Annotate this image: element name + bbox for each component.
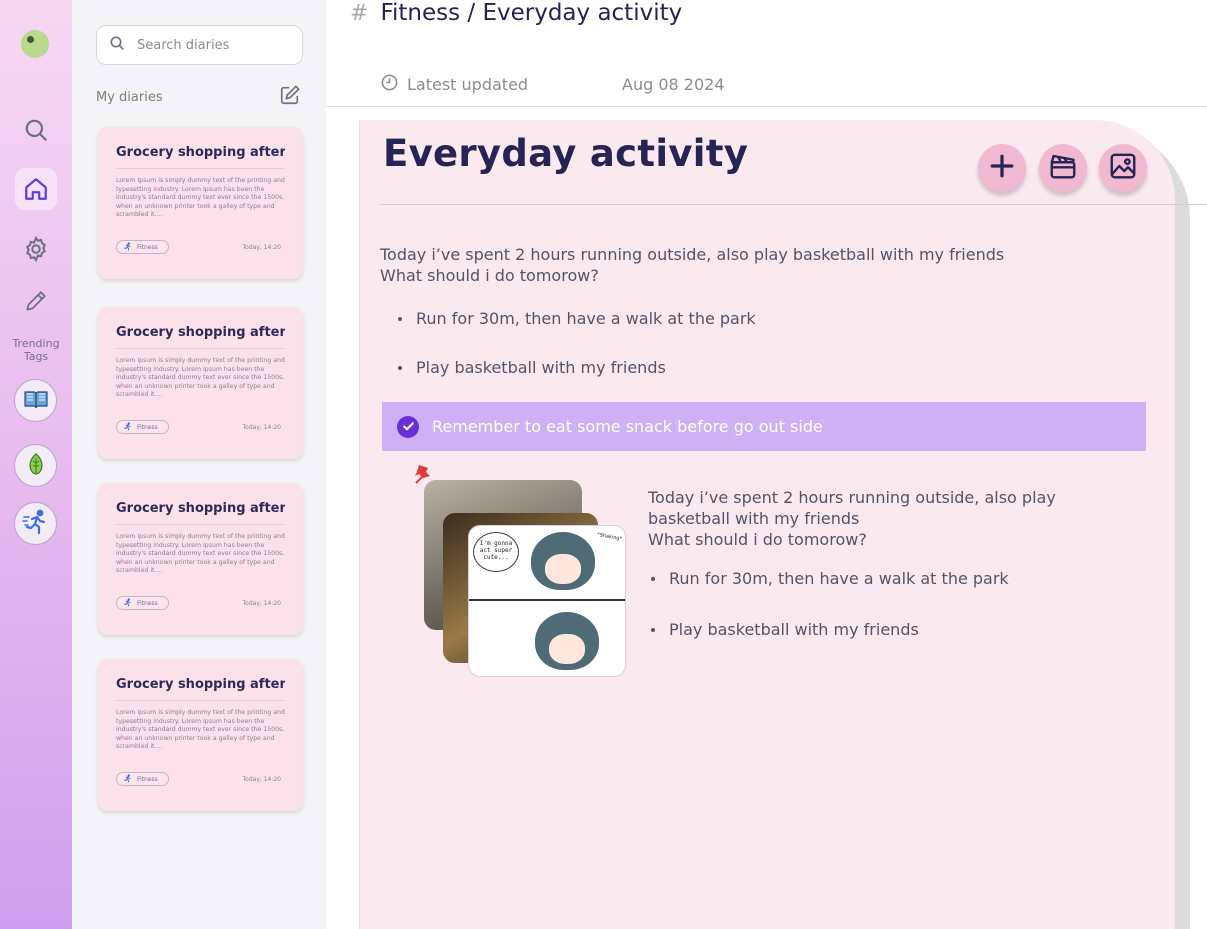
book-tag-button[interactable] bbox=[14, 379, 57, 422]
diary-card-excerpt: Lorem Ipsum is simply dummy text of the … bbox=[116, 357, 285, 399]
bullet-item[interactable]: Play basketball with my friends bbox=[398, 358, 666, 377]
tag-chip[interactable]: Fitness bbox=[116, 420, 169, 434]
comic-speech-bubble: I'm gonna act super cute... bbox=[473, 532, 519, 572]
comic-character bbox=[531, 532, 595, 590]
hash-icon: # bbox=[350, 0, 369, 26]
book-icon bbox=[23, 388, 49, 414]
search-icon bbox=[109, 35, 125, 55]
add-video-button[interactable] bbox=[1039, 144, 1087, 192]
main-header: # Fitness / Everyday activity Latest upd… bbox=[326, 0, 1207, 107]
runner-icon bbox=[21, 509, 50, 539]
side-paragraph[interactable]: Today i’ve spent 2 hours running outside… bbox=[648, 487, 1056, 550]
diary-card-title: Grocery shopping after... bbox=[116, 677, 285, 701]
updated-value: Aug 08 2024 bbox=[622, 75, 725, 94]
search-icon[interactable] bbox=[15, 109, 57, 151]
runner-icon bbox=[123, 241, 132, 253]
title-divider bbox=[380, 204, 1207, 205]
image-icon bbox=[1108, 151, 1138, 185]
tag-chip-label: Fitness bbox=[137, 599, 158, 607]
diary-card[interactable]: Grocery shopping after... Lorem Ipsum is… bbox=[98, 483, 303, 635]
comic-character bbox=[535, 612, 599, 670]
entry-line: What should i do tomorow? bbox=[380, 266, 599, 285]
plus-icon bbox=[989, 153, 1015, 183]
checkbox-checked[interactable] bbox=[397, 415, 419, 438]
diary-card[interactable]: Grocery shopping after... Lorem Ipsum is… bbox=[98, 659, 303, 811]
side-line: What should i do tomorow? bbox=[648, 530, 867, 549]
runner-icon bbox=[123, 597, 132, 609]
breadcrumb-path[interactable]: Fitness / Everyday activity bbox=[380, 0, 682, 26]
tag-chip[interactable]: Fitness bbox=[116, 596, 169, 610]
bullet-dot bbox=[651, 576, 655, 581]
bullet-dot bbox=[398, 365, 402, 370]
diary-card-date: Today, 14:20 bbox=[242, 243, 281, 251]
pencil-icon[interactable] bbox=[15, 280, 57, 322]
tag-chip-label: Fitness bbox=[137, 243, 158, 251]
diary-card-excerpt: Lorem Ipsum is simply dummy text of the … bbox=[116, 533, 285, 575]
comic-panel-divider bbox=[469, 599, 625, 601]
todo-text: Remember to eat some snack before go out… bbox=[432, 417, 823, 436]
updated-meta: Latest updated Aug 08 2024 bbox=[380, 73, 725, 96]
bullet-text: Run for 30m, then have a walk at the par… bbox=[669, 569, 1009, 588]
diary-card-excerpt: Lorem Ipsum is simply dummy text of the … bbox=[116, 709, 285, 751]
clock-icon bbox=[380, 73, 399, 96]
gear-icon[interactable] bbox=[15, 228, 57, 270]
diary-card-title: Grocery shopping after... bbox=[116, 325, 285, 349]
diary-card-date: Today, 14:20 bbox=[242, 775, 281, 783]
home-icon[interactable] bbox=[15, 168, 57, 210]
diary-card-date: Today, 14:20 bbox=[242, 423, 281, 431]
diary-card[interactable]: Grocery shopping after... Lorem Ipsum is… bbox=[98, 127, 303, 279]
diary-card[interactable]: Grocery shopping after... Lorem Ipsum is… bbox=[98, 307, 303, 459]
edit-icon bbox=[279, 85, 301, 110]
tag-chip-label: Fitness bbox=[137, 775, 158, 783]
entry-title[interactable]: Everyday activity bbox=[383, 132, 748, 175]
side-bullet-item[interactable]: Play basketball with my friends bbox=[651, 620, 919, 639]
pin-icon bbox=[414, 462, 438, 490]
todo-drag-hint: Fitness bbox=[844, 421, 880, 432]
side-bullet-item[interactable]: Run for 30m, then have a walk at the par… bbox=[651, 569, 1009, 588]
todo-item[interactable]: Remember to eat some snack before go out… bbox=[382, 402, 1146, 451]
bullet-dot bbox=[651, 627, 655, 632]
bullet-item[interactable]: Run for 30m, then have a walk at the par… bbox=[398, 309, 756, 328]
tag-chip[interactable]: Fitness bbox=[116, 240, 169, 254]
clapperboard-icon bbox=[1048, 151, 1078, 185]
diary-card-date: Today, 14:20 bbox=[242, 599, 281, 607]
search-input[interactable] bbox=[137, 37, 287, 53]
entry-paragraph[interactable]: Today i’ve spent 2 hours running outside… bbox=[380, 244, 1004, 286]
add-image-button[interactable] bbox=[1099, 144, 1147, 192]
bullet-text: Play basketball with my friends bbox=[669, 620, 919, 639]
tag-chip[interactable]: Fitness bbox=[116, 772, 169, 786]
bullet-text: Run for 30m, then have a walk at the par… bbox=[416, 309, 756, 328]
side-line: basketball with my friends bbox=[648, 509, 860, 528]
new-diary-button[interactable] bbox=[279, 84, 301, 106]
trending-tags-label: Trending Tags bbox=[12, 337, 60, 363]
leaf-tag-button[interactable] bbox=[14, 444, 57, 487]
my-diaries-label: My diaries bbox=[96, 90, 163, 105]
leaf-icon bbox=[24, 452, 48, 480]
add-block-button[interactable] bbox=[978, 144, 1026, 192]
bullet-text: Play basketball with my friends bbox=[416, 358, 666, 377]
diary-entry-sheet: Everyday activity Today i’ve spent 2 hou… bbox=[359, 120, 1207, 929]
diary-card-title: Grocery shopping after... bbox=[116, 145, 285, 169]
comic-sfx: *Shaking* bbox=[596, 531, 623, 543]
updated-label: Latest updated bbox=[407, 75, 529, 94]
bullet-dot bbox=[398, 316, 402, 321]
tag-chip-label: Fitness bbox=[137, 423, 158, 431]
diary-app: Trending Tags My diaries bbox=[0, 0, 1207, 929]
diary-card-title: Grocery shopping after... bbox=[116, 501, 285, 525]
search-box[interactable] bbox=[96, 25, 303, 65]
photo-comic[interactable]: I'm gonna act super cute... *Shaking* bbox=[468, 525, 626, 677]
entry-line: Today i’ve spent 2 hours running outside… bbox=[380, 245, 1005, 264]
icon-rail: Trending Tags bbox=[0, 0, 72, 929]
breadcrumb: # Fitness / Everyday activity bbox=[350, 0, 682, 26]
diaries-panel: My diaries Grocery shopping after... Lor… bbox=[72, 0, 326, 929]
runner-icon bbox=[123, 773, 132, 785]
runner-icon bbox=[123, 421, 132, 433]
app-logo[interactable] bbox=[21, 30, 49, 58]
diary-card-excerpt: Lorem Ipsum is simply dummy text of the … bbox=[116, 177, 285, 219]
side-line: Today i’ve spent 2 hours running outside… bbox=[648, 488, 1056, 507]
runner-tag-button[interactable] bbox=[14, 502, 57, 545]
